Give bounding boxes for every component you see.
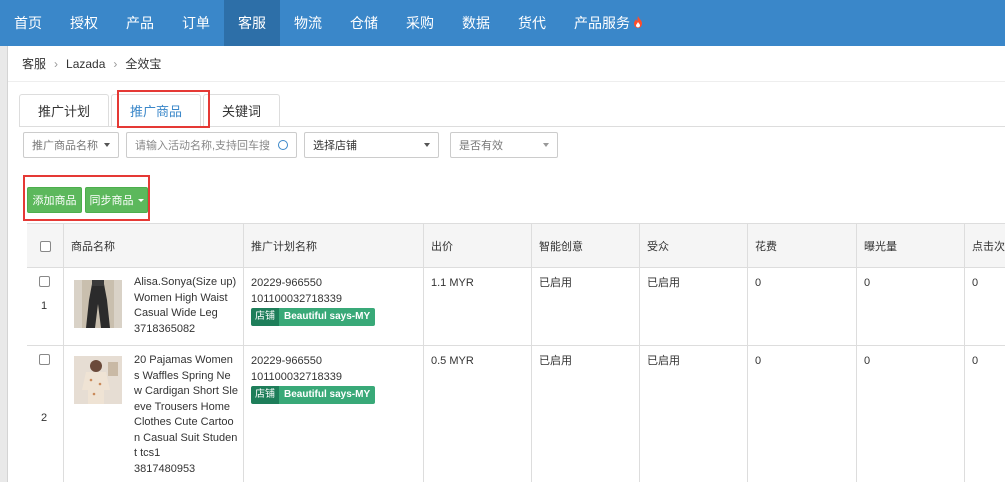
row-select-cell: 1 (27, 268, 64, 345)
shop-tag-label: 店铺 (251, 386, 279, 404)
header-audience: 受众 (640, 224, 748, 268)
row-select-cell: 2 (27, 346, 64, 482)
shop-select-label: 选择店铺 (313, 140, 357, 152)
bid-cell: 0.5 MYR (424, 346, 532, 482)
header-plan-name: 推广计划名称 (244, 224, 424, 268)
tab-divider (19, 126, 1005, 127)
tab-bar: 推广计划 推广商品 关键词 (19, 94, 282, 126)
row-index: 2 (41, 412, 48, 424)
row-checkbox[interactable] (39, 354, 50, 365)
caret-down-icon (543, 143, 549, 147)
plan-cell: 20229-966550 101100032718339 店铺 Beautifu… (244, 346, 424, 482)
clicks-cell: 0 (972, 355, 979, 367)
product-cell: Alisa.Sonya(Size up) Women High Waist Ca… (64, 268, 244, 345)
select-all-cell (27, 224, 64, 268)
search-input[interactable]: 请输入活动名称,支持回车搜 (126, 132, 297, 158)
chevron-right-icon: › (54, 56, 59, 71)
sync-product-label: 同步商品 (89, 195, 134, 207)
table-row: 2 20 Pajamas Women s Waffles Spring New … (27, 346, 1005, 482)
smart-creative-cell: 已启用 (532, 268, 640, 345)
cost-cell: 0 (748, 346, 857, 482)
header-impressions: 曝光量 (857, 224, 965, 268)
table-row: 1 Alisa.Sonya(Size up) Women High Waist … (27, 268, 1005, 346)
product-title[interactable]: 20 Pajamas Women s Waffles Spring New Ca… (134, 353, 238, 462)
add-product-button[interactable]: 添加商品 (27, 187, 82, 213)
product-cell: 20 Pajamas Women s Waffles Spring New Ca… (64, 346, 244, 482)
valid-status-select-label: 是否有效 (459, 140, 503, 152)
clicks-cell: 0 (972, 277, 979, 289)
cost-cell: 0 (748, 268, 857, 345)
tab-promoted-products[interactable]: 推广商品 (111, 94, 202, 126)
chevron-right-icon: › (113, 56, 118, 71)
header-clicks: 点击次 (972, 241, 1005, 253)
header-bid: 出价 (424, 224, 532, 268)
nav-item-auth[interactable]: 授权 (56, 0, 112, 46)
product-name-select[interactable]: 推广商品名称 (23, 132, 119, 158)
table-header: 商品名称 推广计划名称 出价 智能创意 受众 花费 曝光量 点击次 (27, 224, 1005, 268)
shop-tag-name: Beautiful says-MY (279, 308, 376, 326)
shop-tag-label: 店铺 (251, 308, 279, 326)
shop-tag-name: Beautiful says-MY (279, 386, 376, 404)
plan-name-line2: 101100032718339 (251, 292, 342, 305)
valid-status-select[interactable]: 是否有效 (450, 132, 558, 158)
caret-down-icon (424, 143, 430, 147)
tab-keywords[interactable]: 关键词 (203, 94, 281, 126)
product-name-select-label: 推广商品名称 (32, 140, 98, 152)
sync-product-button[interactable]: 同步商品 (85, 187, 148, 213)
search-placeholder: 请输入活动名称,支持回车搜 (135, 140, 271, 152)
content-panel: 推广计划 推广商品 关键词 推广商品名称 请输入活动名称,支持回车搜 选择店铺 … (8, 83, 1005, 482)
shop-select[interactable]: 选择店铺 (304, 132, 439, 158)
breadcrumb-item-quanxiaobao: 全效宝 (125, 57, 162, 71)
breadcrumb: 客服 › Lazada › 全效宝 (8, 46, 1005, 82)
plan-name-line1: 20229-966550 (251, 355, 322, 367)
nav-item-home[interactable]: 首页 (0, 0, 56, 46)
product-sku: 3817480953 (134, 462, 196, 475)
plan-cell: 20229-966550 101100032718339 店铺 Beautifu… (244, 268, 424, 345)
audience-cell: 已启用 (640, 268, 748, 345)
nav-item-logistics[interactable]: 物流 (280, 0, 336, 46)
smart-creative-cell: 已启用 (532, 346, 640, 482)
nav-item-warehouse[interactable]: 仓储 (336, 0, 392, 46)
impressions-cell: 0 (857, 268, 965, 345)
product-thumbnail[interactable] (74, 356, 122, 404)
nav-item-data[interactable]: 数据 (448, 0, 504, 46)
search-icon[interactable] (278, 140, 288, 150)
main-content: 客服 › Lazada › 全效宝 推广计划 推广商品 关键词 推广商品名称 请… (8, 46, 1005, 482)
left-sidebar-rail (0, 46, 8, 482)
product-name: 20 Pajamas Women s Waffles Spring New Ca… (134, 353, 238, 477)
nav-item-customer-service[interactable]: 客服 (224, 0, 280, 46)
product-thumbnail[interactable] (74, 280, 122, 328)
top-nav: 首页 授权 产品 订单 客服 物流 仓储 采购 数据 货代 产品服务 (0, 0, 1005, 46)
caret-down-icon (104, 143, 110, 147)
nav-item-product-service[interactable]: 产品服务 (560, 0, 657, 46)
nav-item-orders[interactable]: 订单 (168, 0, 224, 46)
product-sku: 3718365082 (134, 322, 196, 335)
header-cost: 花费 (748, 224, 857, 268)
plan-name-line2: 101100032718339 (251, 370, 342, 383)
tab-promotion-plan[interactable]: 推广计划 (19, 94, 110, 126)
nav-item-label: 产品服务 (574, 15, 630, 31)
product-name: Alisa.Sonya(Size up) Women High Waist Ca… (134, 275, 238, 337)
audience-cell: 已启用 (640, 346, 748, 482)
fire-icon (633, 15, 643, 31)
bid-cell: 1.1 MYR (424, 268, 532, 345)
breadcrumb-item-lazada[interactable]: Lazada (66, 57, 105, 71)
nav-item-products[interactable]: 产品 (112, 0, 168, 46)
shop-tag: 店铺 Beautiful says-MY (251, 386, 416, 404)
header-product-name: 商品名称 (64, 224, 244, 268)
nav-item-purchase[interactable]: 采购 (392, 0, 448, 46)
nav-item-forwarder[interactable]: 货代 (504, 0, 560, 46)
shop-tag: 店铺 Beautiful says-MY (251, 308, 416, 326)
select-all-checkbox[interactable] (39, 240, 51, 252)
breadcrumb-item-customer-service[interactable]: 客服 (22, 55, 46, 72)
caret-down-icon (137, 198, 144, 202)
impressions-cell: 0 (857, 346, 965, 482)
product-title[interactable]: Alisa.Sonya(Size up) Women High Waist Ca… (134, 275, 238, 322)
row-index: 1 (41, 300, 48, 312)
products-table: 商品名称 推广计划名称 出价 智能创意 受众 花费 曝光量 点击次 1 Alis… (27, 223, 1005, 482)
header-smart-creative: 智能创意 (532, 224, 640, 268)
plan-name-line1: 20229-966550 (251, 277, 322, 289)
row-checkbox[interactable] (39, 276, 50, 287)
